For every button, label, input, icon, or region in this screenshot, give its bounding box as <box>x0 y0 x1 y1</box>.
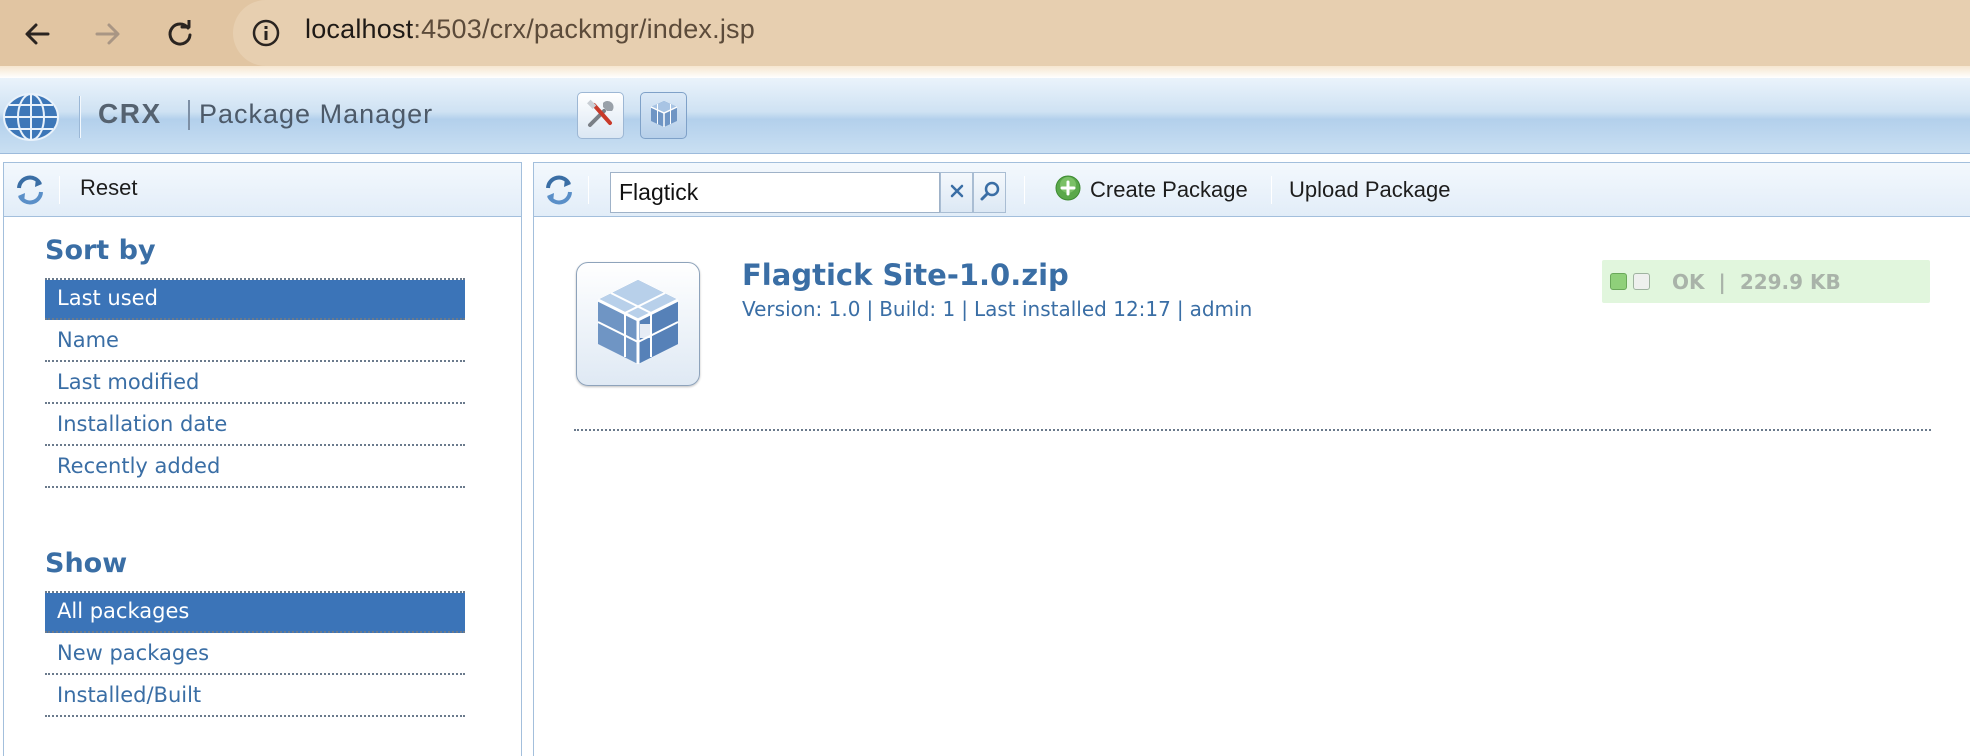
toolbar-separator <box>1024 176 1025 204</box>
show-option-new-packages[interactable]: New packages <box>45 635 465 675</box>
tools-icon <box>584 97 618 135</box>
toolbar-separator <box>1271 176 1272 204</box>
package-manager-button[interactable] <box>640 92 687 139</box>
address-bar[interactable]: localhost:4503/crx/packmgr/index.jsp <box>233 0 1970 66</box>
package-icon <box>648 98 680 134</box>
sort-option-installation-date[interactable]: Installation date <box>45 406 465 446</box>
package-version: Version: 1.0 <box>742 297 861 321</box>
reset-button[interactable]: Reset <box>80 175 137 201</box>
tools-button[interactable] <box>577 92 624 139</box>
search-input[interactable] <box>611 173 939 212</box>
back-arrow-icon[interactable] <box>17 14 57 54</box>
app-header: CRX Package Manager <box>0 78 1970 154</box>
url-path: :4503/crx/packmgr/index.jsp <box>413 14 755 44</box>
toolbar-separator <box>588 176 589 204</box>
globe-logo-icon <box>2 92 60 142</box>
status-indicator-green <box>1610 273 1627 290</box>
show-option-installed-built[interactable]: Installed/Built <box>45 677 465 717</box>
create-package-label: Create Package <box>1090 177 1248 202</box>
refresh-icon[interactable] <box>13 173 47 207</box>
title-divider <box>188 100 190 130</box>
package-size: 229.9 KB <box>1739 269 1841 294</box>
upload-package-button[interactable]: Upload Package <box>1289 177 1450 203</box>
sort-by-heading: Sort by <box>45 235 156 266</box>
info-icon[interactable] <box>250 17 282 49</box>
search-icon <box>979 180 1001 206</box>
add-icon <box>1054 174 1082 206</box>
url-text[interactable]: localhost:4503/crx/packmgr/index.jsp <box>305 14 755 45</box>
status-label: OK <box>1672 269 1705 294</box>
reload-icon[interactable] <box>160 14 200 54</box>
browser-toolbar: localhost:4503/crx/packmgr/index.jsp <box>0 0 1970 66</box>
sort-option-name[interactable]: Name <box>45 322 465 362</box>
show-option-all-packages[interactable]: All packages <box>45 593 465 633</box>
package-list-panel: Create Package Upload Package Flagtick S… <box>533 162 1970 756</box>
package-name-link[interactable]: Flagtick Site-1.0.zip <box>742 258 1069 292</box>
filter-panel: Reset Sort by Last used Name Last modifi… <box>3 162 522 756</box>
toolbar-separator <box>59 176 60 204</box>
forward-arrow-icon[interactable] <box>88 14 128 54</box>
status-text: OK | 229.9 KB <box>1672 269 1841 294</box>
refresh-icon[interactable] <box>542 173 576 207</box>
url-host: localhost <box>305 14 414 44</box>
status-indicator-grey <box>1633 273 1650 290</box>
search-button[interactable] <box>973 172 1006 213</box>
clear-icon <box>949 183 965 203</box>
show-heading: Show <box>45 548 128 579</box>
package-thumbnail[interactable] <box>576 262 700 386</box>
app-title-crx: CRX <box>98 98 162 129</box>
package-build: Build: 1 <box>879 297 956 321</box>
create-package-button[interactable]: Create Package <box>1054 174 1248 206</box>
filter-toolbar: Reset <box>4 163 521 217</box>
browser-divider <box>0 66 1970 78</box>
package-user[interactable]: admin <box>1190 297 1253 321</box>
package-cube-icon <box>588 272 688 376</box>
package-status-bar: OK | 229.9 KB <box>1602 260 1930 303</box>
package-installed: Last installed 12:17 <box>973 297 1171 321</box>
sort-option-last-modified[interactable]: Last modified <box>45 364 465 404</box>
clear-search-button[interactable] <box>940 172 973 213</box>
header-separator <box>79 96 81 138</box>
sort-option-recently-added[interactable]: Recently added <box>45 448 465 488</box>
package-meta: Version: 1.0 | Build: 1 | Last installed 12:… <box>742 297 1253 321</box>
package-divider <box>574 429 1931 431</box>
search-box <box>610 172 940 213</box>
sort-option-last-used[interactable]: Last used <box>45 280 465 320</box>
package-toolbar: Create Package Upload Package <box>534 163 1970 217</box>
app-title-package-manager: Package Manager <box>199 99 434 129</box>
